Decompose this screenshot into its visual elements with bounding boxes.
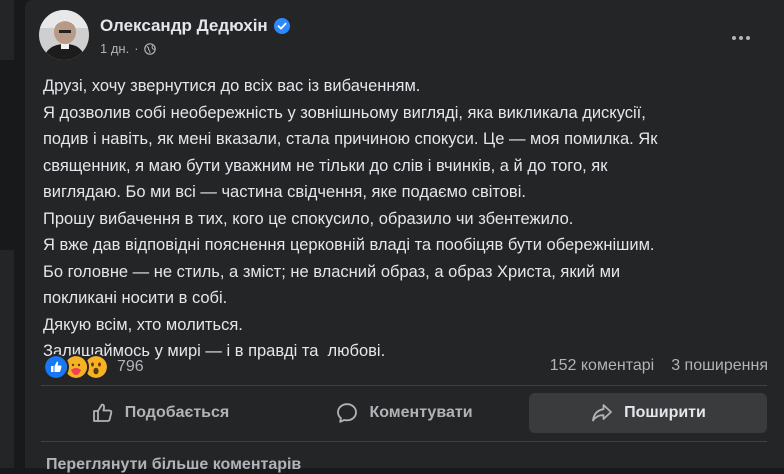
comments-count[interactable]: 152 коментарі: [550, 357, 654, 375]
globe-icon: [143, 42, 156, 55]
more-dot: [732, 36, 736, 40]
left-card-edge: [0, 250, 14, 468]
post-counters: 152 коментарі 3 поширення: [550, 357, 768, 375]
post-actions: Подобається Коментувати Поширити: [41, 393, 767, 433]
like-reaction-icon: [43, 354, 69, 380]
post-text: Друзі, хочу звернутися до всіх вас із ви…: [43, 73, 773, 365]
post-text-line: подив і навіть, як мені вказали, стала п…: [43, 130, 658, 148]
more-dot: [739, 36, 743, 40]
verified-badge-icon: [273, 18, 290, 34]
post-card: Олександр Дедюхін 1 дн. · Друзі, хочу зв…: [25, 0, 784, 473]
view-more-comments-link[interactable]: Переглянути більше коментарів: [46, 456, 301, 474]
comment-bubble-icon: [337, 403, 358, 423]
author-name[interactable]: Олександр Дедюхін: [100, 16, 268, 36]
post-text-line: виглядаю. Бо ми всі — частина свідчення,…: [43, 183, 526, 201]
post-text-line: Дякую всім, хто молиться.: [43, 315, 243, 334]
post-text-line: покликані носити в собі.: [43, 289, 228, 307]
like-button-label: Подобається: [124, 404, 230, 421]
left-card-edge: [0, 0, 14, 60]
like-button[interactable]: Подобається: [41, 393, 279, 433]
comment-button[interactable]: Коментувати: [285, 393, 523, 433]
left-background-strip: [0, 0, 25, 468]
reactions-summary[interactable]: 796: [43, 354, 144, 380]
share-button[interactable]: Поширити: [529, 393, 767, 433]
comment-button-label: Коментувати: [369, 404, 473, 421]
author-avatar[interactable]: [39, 10, 89, 60]
post-time[interactable]: 1 дн.: [100, 41, 129, 56]
author-name-row: Олександр Дедюхін: [100, 16, 290, 36]
post-text-line: Бо головне — не стиль, а зміст; не власн…: [43, 262, 621, 281]
meta-separator: ·: [134, 41, 139, 56]
more-options-icon[interactable]: [727, 28, 755, 48]
reactions-count[interactable]: 796: [117, 358, 144, 376]
post-header: Олександр Дедюхін 1 дн. ·: [39, 10, 779, 62]
post-text-line: Я вже дав відповідні пояснення церковній…: [43, 236, 655, 254]
divider: [41, 441, 767, 442]
post-meta: 1 дн. ·: [100, 41, 156, 56]
shares-count[interactable]: 3 поширення: [671, 357, 768, 375]
post-text-line: Прошу вибачення в тих, кого це спокусило…: [43, 209, 574, 228]
post-text-line: священник, я маю бути уважним не тільки …: [43, 156, 608, 175]
divider: [41, 385, 767, 386]
post-text-line: Я дозволив собі необережність у зовнішнь…: [43, 103, 646, 122]
more-dot: [746, 36, 750, 40]
share-arrow-icon: [592, 404, 613, 422]
post-text-line: Друзі, хочу звернутися до всіх вас із ви…: [43, 77, 421, 95]
post-stats: 796 152 коментарі 3 поширення: [43, 352, 768, 382]
thumbs-up-icon: [92, 403, 112, 422]
avatar-image: [39, 10, 89, 60]
share-button-label: Поширити: [624, 404, 706, 421]
